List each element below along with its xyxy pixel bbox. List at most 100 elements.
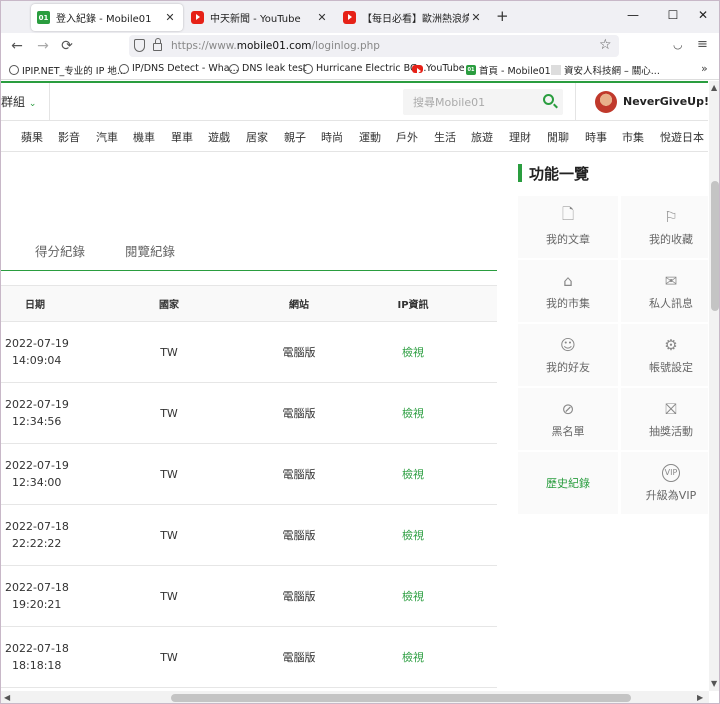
bookmark-item[interactable]: 資安人科技網 – 關心... [551,63,660,77]
category-link[interactable]: 戶外 [396,129,418,145]
youtube-icon [412,64,423,74]
bookmarks-overflow-button[interactable]: » [701,62,708,75]
bookmark-item[interactable]: IPIP.NET_专业的 IP 地... [9,63,126,77]
tab-score-history[interactable]: 得分紀錄 [35,241,85,260]
category-link[interactable]: 遊戲 [208,129,230,145]
scroll-right-icon[interactable]: ▶ [697,693,703,702]
category-link[interactable]: 機車 [133,129,155,145]
tab-view-history[interactable]: 閱覽紀錄 [125,241,175,260]
forward-button[interactable]: → [33,37,53,55]
table-row: 2022-07-18 18:18:18 TW 電腦版 檢視 [1,626,497,688]
scroll-up-icon[interactable]: ▲ [711,83,717,92]
category-link[interactable]: 閒聊 [547,129,569,145]
minimize-button[interactable]: — [623,8,643,22]
category-link[interactable]: 單車 [171,129,193,145]
search-icon[interactable] [543,94,554,105]
scroll-down-icon[interactable]: ▼ [711,679,717,688]
ip-view-link[interactable]: 檢視 [329,565,497,627]
feature-my-favorites[interactable]: ⚐ 我的收藏 [621,196,708,258]
date-cell: 2022-07-19 14:09:04 [1,321,69,383]
tab-youtube-news[interactable]: 中天新聞 - YouTube ✕ [185,4,335,31]
category-link[interactable]: 市集 [622,129,644,145]
category-link[interactable]: 理財 [509,129,531,145]
site-cell: 電腦版 [269,504,329,566]
search-input[interactable]: 搜尋Mobile01 [403,89,563,115]
envelope-icon: ✉ [664,271,678,290]
reload-button[interactable]: ⟳ [57,37,77,55]
country-cell: TW [69,626,269,688]
bookmark-item[interactable]: 01 首頁 - Mobile01 [466,63,551,77]
feature-blacklist[interactable]: ⊘ 黑名單 [518,388,618,450]
close-icon[interactable]: ✕ [315,11,329,24]
table-row: 2022-07-19 14:09:04 TW 電腦版 檢視 [1,321,497,383]
country-cell: TW [69,565,269,627]
feature-my-friends[interactable]: ☺ 我的好友 [518,324,618,386]
feature-history[interactable]: 歷史紀錄 [518,452,618,514]
site-icon [551,65,561,75]
bookmark-item[interactable]: DNS leak test [229,63,307,74]
new-tab-button[interactable]: + [496,9,509,24]
divider [49,83,50,121]
bookmark-item[interactable]: Hurricane Electric BG... [303,63,426,74]
ip-view-link[interactable]: 檢視 [329,504,497,566]
country-cell: TW [69,443,269,505]
ip-view-link[interactable]: 檢視 [329,382,497,444]
close-icon[interactable]: ✕ [163,11,177,24]
divider [575,83,576,121]
feature-lottery[interactable]: ⛝ 抽獎活動 [621,388,708,450]
category-link[interactable]: 運動 [359,129,381,145]
tab-loginlog[interactable]: 01 登入紀錄 - Mobile01 ✕ [31,4,183,31]
category-link[interactable]: 親子 [284,129,306,145]
tab-youtube-video[interactable]: 【每日必看】歐洲熱浪燒如煉獄 ✕ [337,4,489,31]
username[interactable]: NeverGiveUp!! [623,95,708,108]
url-bar[interactable]: https://www.mobile01.com/loginlog.php [129,35,619,57]
feature-my-articles[interactable]: 🗋 我的文章 [518,196,618,258]
feature-my-market[interactable]: ⌂ 我的市集 [518,260,618,322]
category-link[interactable]: 蘋果 [21,129,43,145]
vertical-scrollbar[interactable]: ▲ ▼ [709,81,719,691]
menu-icon[interactable]: ≡ [697,37,708,52]
horizontal-scrollbar[interactable]: ◀ ▶ [1,691,709,703]
category-link[interactable]: 生活 [434,129,456,145]
avatar[interactable] [595,91,617,113]
category-link[interactable]: 汽車 [96,129,118,145]
category-link[interactable]: 時尚 [321,129,343,145]
scroll-left-icon[interactable]: ◀ [4,693,10,702]
close-icon[interactable]: ✕ [469,11,483,24]
country-cell: TW [69,504,269,566]
ip-view-link[interactable]: 檢視 [329,443,497,505]
ip-view-link[interactable]: 檢視 [329,626,497,688]
pocket-icon[interactable]: ◡ [673,38,683,51]
back-button[interactable]: ← [7,37,27,55]
maximize-button[interactable]: ☐ [663,8,683,22]
scrollbar-thumb[interactable] [711,181,719,311]
bookmark-star-icon[interactable]: ☆ [599,37,612,53]
feature-upgrade-vip[interactable]: VIP 升級為VIP [621,452,708,514]
scrollbar-thumb[interactable] [171,694,631,702]
globe-icon [229,63,239,74]
tab-title: 中天新聞 - YouTube [210,14,301,25]
shield-icon[interactable] [134,39,145,52]
category-link[interactable]: 旅遊 [471,129,493,145]
friends-icon: ☺ [560,335,576,354]
category-link[interactable]: 悅遊日本 [660,129,704,145]
site-cell: 電腦版 [269,321,329,383]
feature-account-settings[interactable]: ⚙ 帳號設定 [621,324,708,386]
category-link[interactable]: 居家 [246,129,268,145]
login-log-table: 日期 國家 網站 IP資訊 2022-07-19 14:09:04 TW 電腦版 … [1,285,497,688]
mobile01-icon: 01 [37,11,50,24]
bookmark-item[interactable]: IP/DNS Detect - Wha... [119,63,239,74]
lock-icon[interactable] [153,38,162,51]
ip-view-link[interactable]: 檢視 [329,321,497,383]
category-link[interactable]: 影音 [58,129,80,145]
sidebar-title: 功能一覽 [529,165,590,183]
feature-private-messages[interactable]: ✉ 私人訊息 [621,260,708,322]
bookmarks-bar: IPIP.NET_专业的 IP 地... IP/DNS Detect - Wha… [1,60,719,80]
category-link[interactable]: 時事 [585,129,607,145]
url-text: https://www.mobile01.com/loginlog.php [171,40,380,52]
close-window-button[interactable]: ✕ [693,8,713,22]
feature-grid: 🗋 我的文章 ⚐ 我的收藏 ⌂ 我的市集 ✉ 私人訊息 ☺ 我的好友 ⚙ 帳號設… [518,196,708,514]
group-dropdown[interactable]: 計群組 ⌄ [1,93,36,110]
bookmark-item[interactable]: YouTube [412,63,465,74]
bookmark-icon: ⚐ [664,207,678,226]
